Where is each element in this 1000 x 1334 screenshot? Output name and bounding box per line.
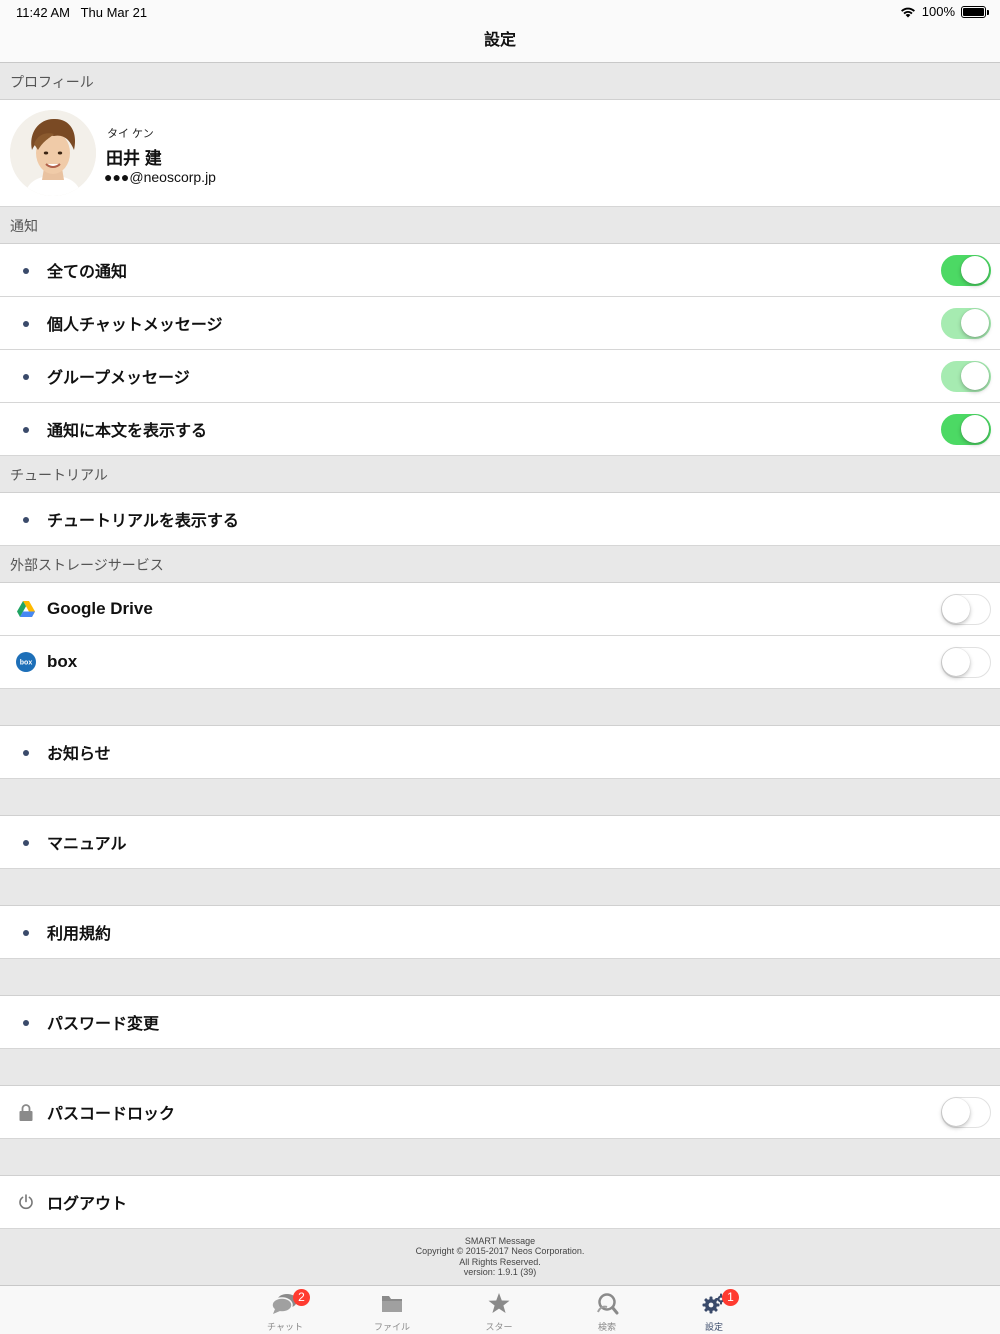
tab-label: スター <box>485 1322 513 1332</box>
avatar <box>10 110 96 196</box>
section-header-notifications: 通知 <box>0 207 1000 244</box>
notification-row-all[interactable]: 全ての通知 <box>0 244 1000 297</box>
bullet-icon <box>23 427 29 433</box>
search-icon <box>597 1293 619 1315</box>
toggle-passcode-lock[interactable] <box>941 1097 991 1128</box>
notification-label: 全ての通知 <box>47 264 128 281</box>
chat-badge: 2 <box>293 1289 310 1306</box>
bullet-icon <box>23 840 29 846</box>
tab-star[interactable]: スター <box>459 1286 539 1334</box>
profile-card[interactable]: タイ ケン 田井 建 ●●●@neoscorp.jp <box>0 100 1000 207</box>
menu-row-password[interactable]: パスワード変更 <box>0 996 1000 1049</box>
battery-percent: 100% <box>921 4 955 19</box>
profile-kana: タイ ケン <box>107 128 154 140</box>
menu-row-passcode-lock[interactable]: パスコードロック <box>0 1086 1000 1139</box>
notification-row-group[interactable]: グループメッセージ <box>0 350 1000 403</box>
bullet-icon <box>23 321 29 327</box>
bullet-icon <box>23 517 29 523</box>
page-title: 設定 <box>483 32 516 49</box>
bullet-icon <box>23 930 29 936</box>
tab-label: ファイル <box>373 1322 410 1332</box>
notification-label: 個人チャットメッセージ <box>47 317 223 334</box>
storage-row-box[interactable]: box box <box>0 636 1000 689</box>
footer-version: version: 1.9.1 (39) <box>463 1266 537 1277</box>
profile-name: 田井 建 <box>106 149 162 168</box>
menu-row-logout[interactable]: ログアウト <box>0 1176 1000 1229</box>
tutorial-label: チュートリアルを表示する <box>47 513 239 530</box>
section-header-tutorial: チュートリアル <box>0 456 1000 493</box>
footer-copyright: Copyright © 2015-2017 Neos Corporation. <box>415 1246 585 1257</box>
menu-row-terms[interactable]: 利用規約 <box>0 906 1000 959</box>
toggle-box[interactable] <box>941 647 991 678</box>
notification-label: 通知に本文を表示する <box>47 423 208 440</box>
tab-search[interactable]: 検索 <box>567 1286 647 1334</box>
footer-rights: All Rights Reserved. <box>459 1256 541 1267</box>
toggle-google-drive[interactable] <box>941 594 991 625</box>
box-icon: box <box>16 652 36 672</box>
section-spacer <box>0 959 1000 996</box>
box-icon-text: box <box>20 660 33 667</box>
tab-label: 検索 <box>597 1322 616 1332</box>
notification-label: グループメッセージ <box>47 370 190 387</box>
section-header-profile: プロフィール <box>0 63 1000 100</box>
notification-row-show-body[interactable]: 通知に本文を表示する <box>0 403 1000 456</box>
bullet-icon <box>23 1020 29 1026</box>
section-spacer <box>0 779 1000 816</box>
terms-label: 利用規約 <box>47 926 112 943</box>
menu-row-manual[interactable]: マニュアル <box>0 816 1000 869</box>
logout-label: ログアウト <box>47 1196 128 1213</box>
menu-row-news[interactable]: お知らせ <box>0 726 1000 779</box>
folder-icon <box>382 1296 402 1312</box>
battery-icon <box>961 5 989 18</box>
passcode-label: パスコードロック <box>47 1106 176 1123</box>
tab-label: チャット <box>267 1322 303 1332</box>
power-icon <box>16 1192 36 1212</box>
notification-row-personal-chat[interactable]: 個人チャットメッセージ <box>0 297 1000 350</box>
wifi-icon <box>900 7 915 17</box>
storage-label: box <box>47 652 78 671</box>
news-label: お知らせ <box>47 746 111 763</box>
toggle-personal-chat[interactable] <box>941 308 991 339</box>
toggle-all-notifications[interactable] <box>941 255 991 286</box>
section-spacer <box>0 869 1000 906</box>
manual-label: マニュアル <box>47 836 127 853</box>
storage-label: Google Drive <box>47 599 153 618</box>
tab-chat[interactable]: 2 チャット <box>245 1286 325 1334</box>
section-header-storage: 外部ストレージサービス <box>0 546 1000 583</box>
tab-files[interactable]: ファイル <box>352 1286 432 1334</box>
lock-icon <box>16 1102 36 1122</box>
navigation-bar: 設定 <box>0 24 1000 63</box>
status-date: Thu Mar 21 <box>80 5 148 20</box>
settings-list[interactable]: プロフィール タイ ケン 田井 建 ●●●@neoscorp.jp 通知 全ての… <box>0 63 1000 1291</box>
profile-email: ●●●@neoscorp.jp <box>104 169 216 185</box>
status-time: 11:42 AM <box>16 5 70 20</box>
section-spacer <box>0 1049 1000 1086</box>
toggle-group-message[interactable] <box>941 361 991 392</box>
tab-settings[interactable]: 1 設定 <box>674 1286 754 1334</box>
section-spacer <box>0 689 1000 726</box>
bullet-icon <box>23 374 29 380</box>
password-label: パスワード変更 <box>47 1016 160 1033</box>
bullet-icon <box>23 750 29 756</box>
app-footer: SMART Message Copyright © 2015-2017 Neos… <box>0 1229 1000 1291</box>
star-icon <box>488 1293 510 1313</box>
google-drive-icon <box>16 599 36 619</box>
section-spacer <box>0 1139 1000 1176</box>
footer-app-name: SMART Message <box>464 1236 536 1246</box>
toggle-show-body[interactable] <box>941 414 991 445</box>
tutorial-row[interactable]: チュートリアルを表示する <box>0 493 1000 546</box>
bullet-icon <box>23 268 29 274</box>
settings-badge: 1 <box>722 1289 739 1306</box>
tab-label: 設定 <box>704 1322 723 1332</box>
storage-row-google-drive[interactable]: Google Drive <box>0 583 1000 636</box>
status-bar: 11:42 AM Thu Mar 21 100% <box>0 0 1000 24</box>
tab-bar: 2 チャット ファイル スター 検索 1 設定 <box>0 1285 1000 1334</box>
